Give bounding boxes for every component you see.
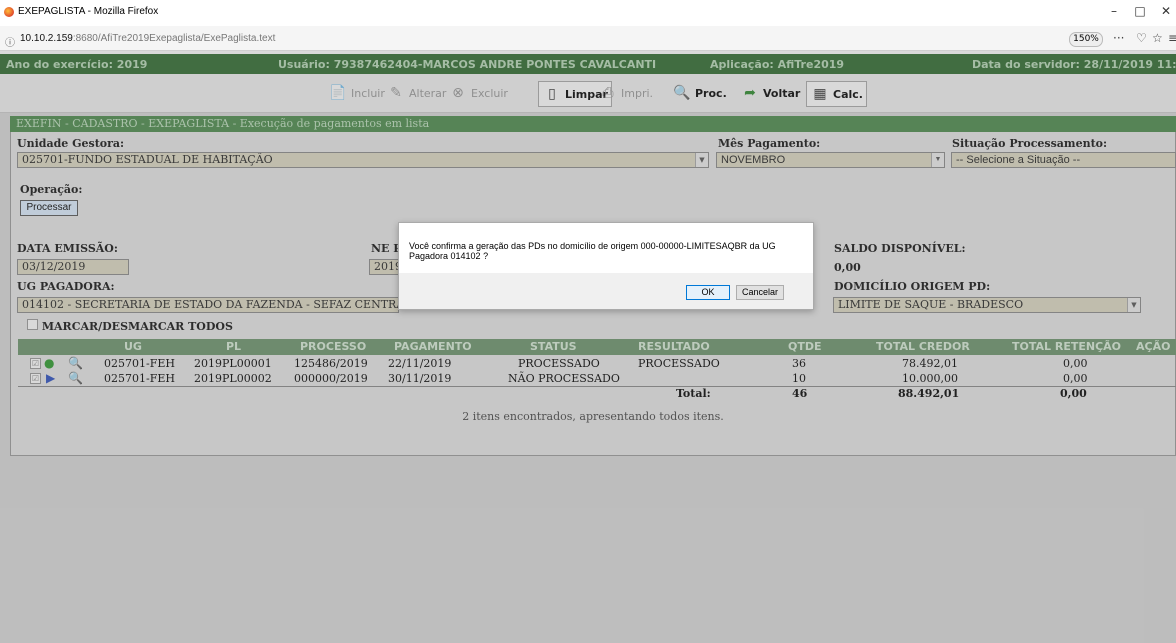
url-path: :8680/AfiTre2019Exepaglista/ExePaglista.… bbox=[72, 33, 276, 44]
window-title: EXEPAGLISTA - Mozilla Firefox bbox=[18, 6, 159, 17]
confirm-dialog: Você confirma a geração das PDs no domic… bbox=[398, 222, 814, 310]
url-text[interactable]: 10.10.2.159:8680/AfiTre2019Exepaglista/E… bbox=[20, 33, 275, 44]
pocket-icon[interactable]: ♡ bbox=[1136, 31, 1147, 45]
url-host: 10.10.2.159 bbox=[20, 33, 73, 44]
ok-button[interactable]: OK bbox=[686, 285, 730, 300]
cancel-button[interactable]: Cancelar bbox=[736, 285, 784, 300]
page-actions-icon[interactable]: ··· bbox=[1113, 31, 1124, 45]
dialog-message: Você confirma a geração das PDs no domic… bbox=[409, 241, 776, 261]
bookmark-star-icon[interactable]: ☆ bbox=[1152, 31, 1163, 45]
modal-overlay bbox=[0, 54, 1176, 643]
minimize-icon[interactable]: – bbox=[1104, 4, 1124, 20]
address-bar[interactable]: ⓘ 10.10.2.159:8680/AfiTre2019Exepaglista… bbox=[0, 26, 1176, 51]
maximize-icon[interactable]: □ bbox=[1130, 4, 1150, 20]
zoom-level[interactable]: 150% bbox=[1069, 32, 1103, 47]
info-icon[interactable]: ⓘ bbox=[5, 34, 15, 49]
close-icon[interactable]: ✕ bbox=[1156, 4, 1176, 20]
menu-icon[interactable]: ≡ bbox=[1168, 31, 1176, 45]
firefox-logo-icon bbox=[4, 7, 14, 17]
window-titlebar: EXEPAGLISTA - Mozilla Firefox – □ ✕ bbox=[0, 0, 1176, 26]
